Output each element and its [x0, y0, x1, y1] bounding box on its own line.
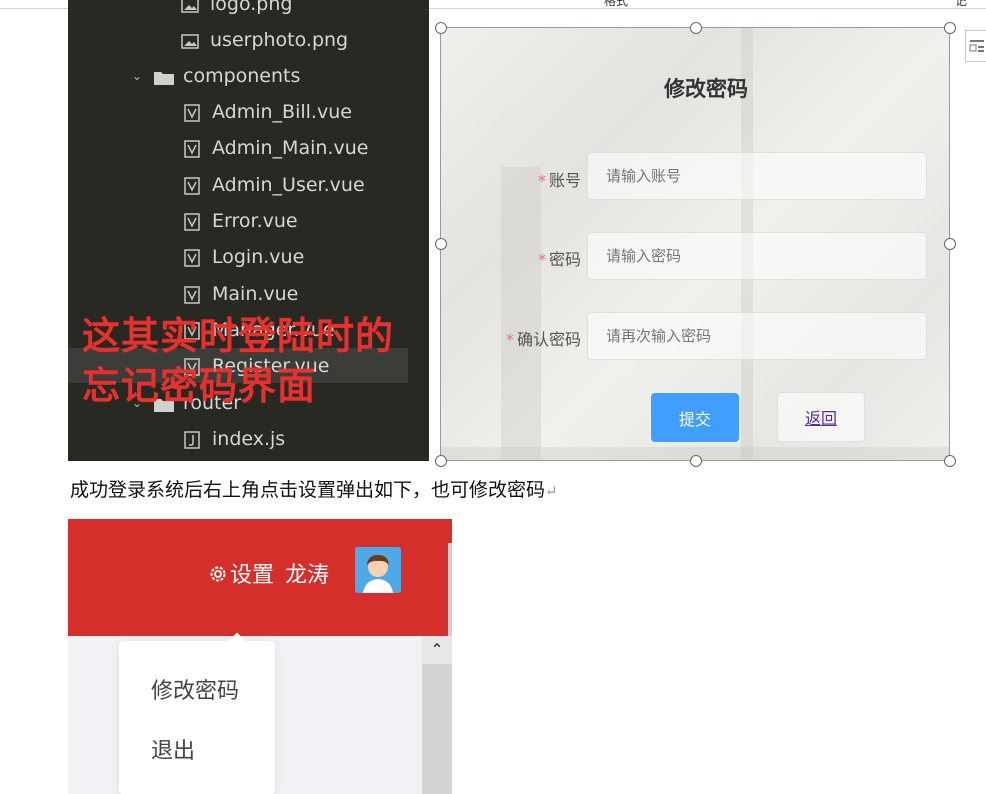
required-mark: * [537, 171, 546, 190]
password-label-text: 密码 [548, 250, 581, 269]
tree-item-label: Error.vue [212, 210, 298, 232]
settings-dropdown-screenshot: 设置 龙涛 ⌃ 修改密码 退出 [68, 519, 452, 794]
app-header: 设置 龙涛 [68, 519, 452, 636]
resize-handle[interactable] [435, 22, 447, 34]
folder-icon [153, 65, 174, 85]
resize-handle[interactable] [944, 238, 956, 250]
tree-item[interactable]: userphoto.png [180, 24, 348, 56]
account-input[interactable] [587, 152, 927, 200]
settings-dropdown-menu: 修改密码 退出 [119, 632, 275, 794]
vue-file-icon [182, 246, 202, 267]
account-label-text: 账号 [548, 171, 581, 190]
file-tree-screenshot: logo.png userphoto.png ⌄ components Admi… [68, 0, 429, 461]
gear-icon [208, 564, 230, 590]
layout-options-icon[interactable] [965, 30, 986, 62]
background-photo-shape [501, 167, 541, 461]
scroll-up-arrow-icon[interactable]: ⌃ [422, 636, 452, 664]
tree-item[interactable]: index.js [182, 423, 285, 455]
vue-file-icon [182, 283, 202, 304]
page-title: 修改密码 [664, 77, 748, 101]
ribbon-fragment: 格式 [604, 0, 629, 8]
tree-item-label: Main.vue [212, 283, 299, 305]
tree-item[interactable]: Error.vue [182, 205, 298, 237]
image-file-icon [180, 29, 200, 49]
vue-file-icon [182, 174, 202, 195]
caption-paragraph: 成功登录系统后右上角点击设置弹出如下，也可修改密码↵ [70, 475, 558, 502]
tree-item-label: userphoto.png [210, 29, 349, 51]
confirm-label-text: 确认密码 [516, 330, 581, 349]
avatar[interactable] [355, 547, 401, 593]
tree-item[interactable]: Login.vue [182, 241, 304, 273]
submit-button[interactable]: 提交 [651, 393, 739, 442]
tree-item[interactable]: Admin_Main.vue [182, 132, 368, 164]
tree-item[interactable]: Main.vue [182, 278, 298, 310]
chevron-down-icon[interactable]: ⌄ [132, 69, 142, 83]
resize-handle[interactable] [944, 22, 956, 34]
tree-item[interactable]: logo.png [180, 0, 292, 20]
js-file-icon [182, 428, 202, 449]
resize-handle[interactable] [690, 455, 702, 467]
user-name: 龙涛 [285, 563, 330, 588]
tree-item-label: Login.vue [212, 246, 305, 268]
vue-file-icon [182, 101, 202, 122]
ribbon-fragment: 记 [955, 0, 968, 8]
resize-handle[interactable] [435, 238, 447, 250]
required-mark: * [537, 250, 546, 269]
back-button[interactable]: 返回 [777, 392, 865, 442]
settings-label: 设置 [230, 563, 275, 588]
tree-item-label: index.js [212, 428, 286, 450]
resize-handle[interactable] [435, 455, 447, 467]
tree-item-label: logo.png [210, 0, 293, 15]
confirm-password-input[interactable] [587, 312, 927, 360]
caption-text: 成功登录系统后右上角点击设置弹出如下，也可修改密码 [70, 479, 546, 501]
annotation-line-1: 这其实时登陆时的 [82, 314, 395, 358]
paragraph-mark: ↵ [545, 482, 558, 500]
tree-item[interactable]: Admin_Bill.vue [182, 96, 352, 128]
account-label: * 账号 [441, 167, 581, 191]
image-file-icon [180, 0, 200, 13]
tree-item-label: components [183, 65, 301, 87]
menu-item-change-password[interactable]: 修改密码 [151, 673, 239, 705]
tree-folder-components[interactable]: components [153, 60, 300, 92]
tree-item[interactable]: Admin_User.vue [182, 169, 365, 201]
password-input[interactable] [587, 232, 927, 280]
confirm-password-label: * 确认密码 [441, 326, 581, 350]
tree-item-label: Admin_Main.vue [212, 137, 369, 159]
resize-handle[interactable] [944, 455, 956, 467]
window-edge [448, 543, 452, 636]
menu-item-logout[interactable]: 退出 [151, 733, 195, 765]
vue-file-icon [182, 137, 202, 158]
settings-link[interactable]: 设置 龙涛 [208, 557, 329, 590]
password-label: * 密码 [441, 246, 581, 270]
tree-item-label: Admin_Bill.vue [212, 101, 352, 123]
tree-item-label: Admin_User.vue [212, 174, 365, 196]
resize-handle[interactable] [690, 22, 702, 34]
annotation-line-2: 忘记密码界面 [82, 364, 317, 408]
vue-file-icon [182, 210, 202, 231]
change-password-screenshot: 修改密码 *账号 *密码 *确认密码 提交 返回 [441, 27, 949, 461]
required-mark: * [505, 330, 514, 349]
